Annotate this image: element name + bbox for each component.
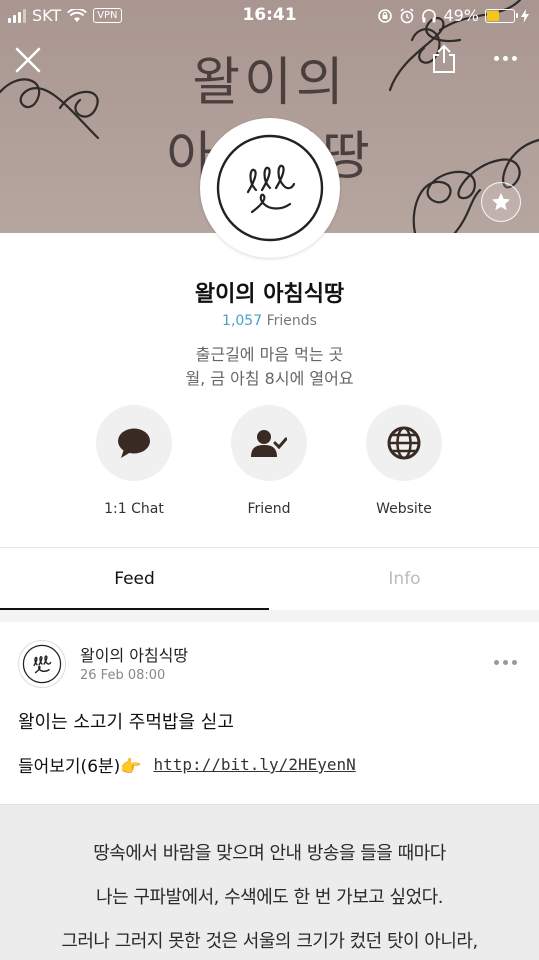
chat-button-label: 1:1 Chat — [104, 501, 164, 517]
friend-button[interactable]: Friend — [209, 405, 329, 517]
description-line1: 출근길에 마음 먹는 곳 — [195, 345, 344, 364]
post-link[interactable]: http://bit.ly/2HEyenN — [153, 755, 355, 774]
post-more-options-icon[interactable] — [494, 660, 517, 665]
post-image[interactable]: 땅속에서 바람을 맞으며 안내 방송을 들을 때마다 나는 구파발에서, 수색에… — [0, 804, 539, 960]
star-icon — [491, 192, 511, 211]
post-author-name[interactable]: 왈이의 아침식땅 — [80, 642, 188, 666]
battery-percent: 49% — [443, 6, 479, 25]
website-button-circle[interactable] — [366, 405, 442, 481]
friends-count-line: 1,057 Friends — [0, 313, 539, 329]
tab-feed[interactable]: Feed — [0, 548, 269, 610]
post-timestamp: 26 Feb 08:00 — [80, 668, 166, 683]
alarm-icon — [400, 7, 414, 23]
friend-button-circle[interactable] — [231, 405, 307, 481]
share-icon[interactable] — [430, 44, 458, 74]
friend-button-label: Friend — [247, 501, 291, 517]
charging-bolt-icon — [521, 8, 529, 23]
chat-bubble-icon — [118, 428, 150, 458]
channel-logo-icon — [22, 644, 62, 684]
chat-button-circle[interactable] — [96, 405, 172, 481]
channel-logo-icon — [216, 134, 324, 242]
globe-icon — [387, 426, 421, 460]
more-options-icon[interactable] — [494, 56, 522, 64]
post-text-line2: 들어보기(6분)👉 http://bit.ly/2HEyenN — [18, 752, 356, 777]
profile-logo — [200, 118, 340, 258]
tab-info[interactable]: Info — [270, 548, 539, 610]
post-image-text-line2: 나는 구파발에서, 수색에도 한 번 가보고 싶었다. — [96, 887, 443, 908]
close-icon[interactable] — [14, 46, 42, 74]
headphones-icon — [422, 8, 437, 22]
chat-button[interactable]: 1:1 Chat — [74, 405, 194, 517]
post-image-text-line3: 그러나 그러지 못한 것은 서울의 크기가 컸던 탓이 아니라, — [61, 931, 478, 952]
feed-separator — [0, 610, 539, 622]
friend-added-icon — [251, 430, 287, 457]
post-text-line1: 왈이는 소고기 주먹밥을 싣고 — [18, 712, 234, 733]
status-bar: SKT VPN 16:41 49% — [0, 0, 539, 32]
favorite-star-button[interactable] — [481, 182, 521, 222]
battery-icon — [485, 8, 518, 23]
website-button-label: Website — [376, 501, 432, 517]
friends-count: 1,057 — [222, 313, 263, 329]
friends-label: Friends — [266, 313, 317, 329]
tab-bar: Feed Info — [0, 548, 539, 610]
channel-description: 출근길에 마음 먹는 곳 월, 금 아침 8시에 열어요 — [0, 343, 539, 391]
post-image-text-line1: 땅속에서 바람을 맞으며 안내 방송을 들을 때마다 — [93, 843, 446, 864]
description-line2: 월, 금 아침 8시에 열어요 — [185, 369, 354, 388]
rotation-lock-icon — [378, 8, 393, 23]
channel-name: 왈이의 아침식땅 — [194, 282, 345, 307]
post-author-avatar[interactable] — [18, 640, 66, 688]
post-text-line2-label: 들어보기(6분)👉 — [18, 757, 142, 777]
cover-title-line1: 왈이의 — [192, 53, 348, 113]
website-button[interactable]: Website — [344, 405, 464, 517]
action-buttons: 1:1 Chat Friend Website — [0, 405, 539, 525]
